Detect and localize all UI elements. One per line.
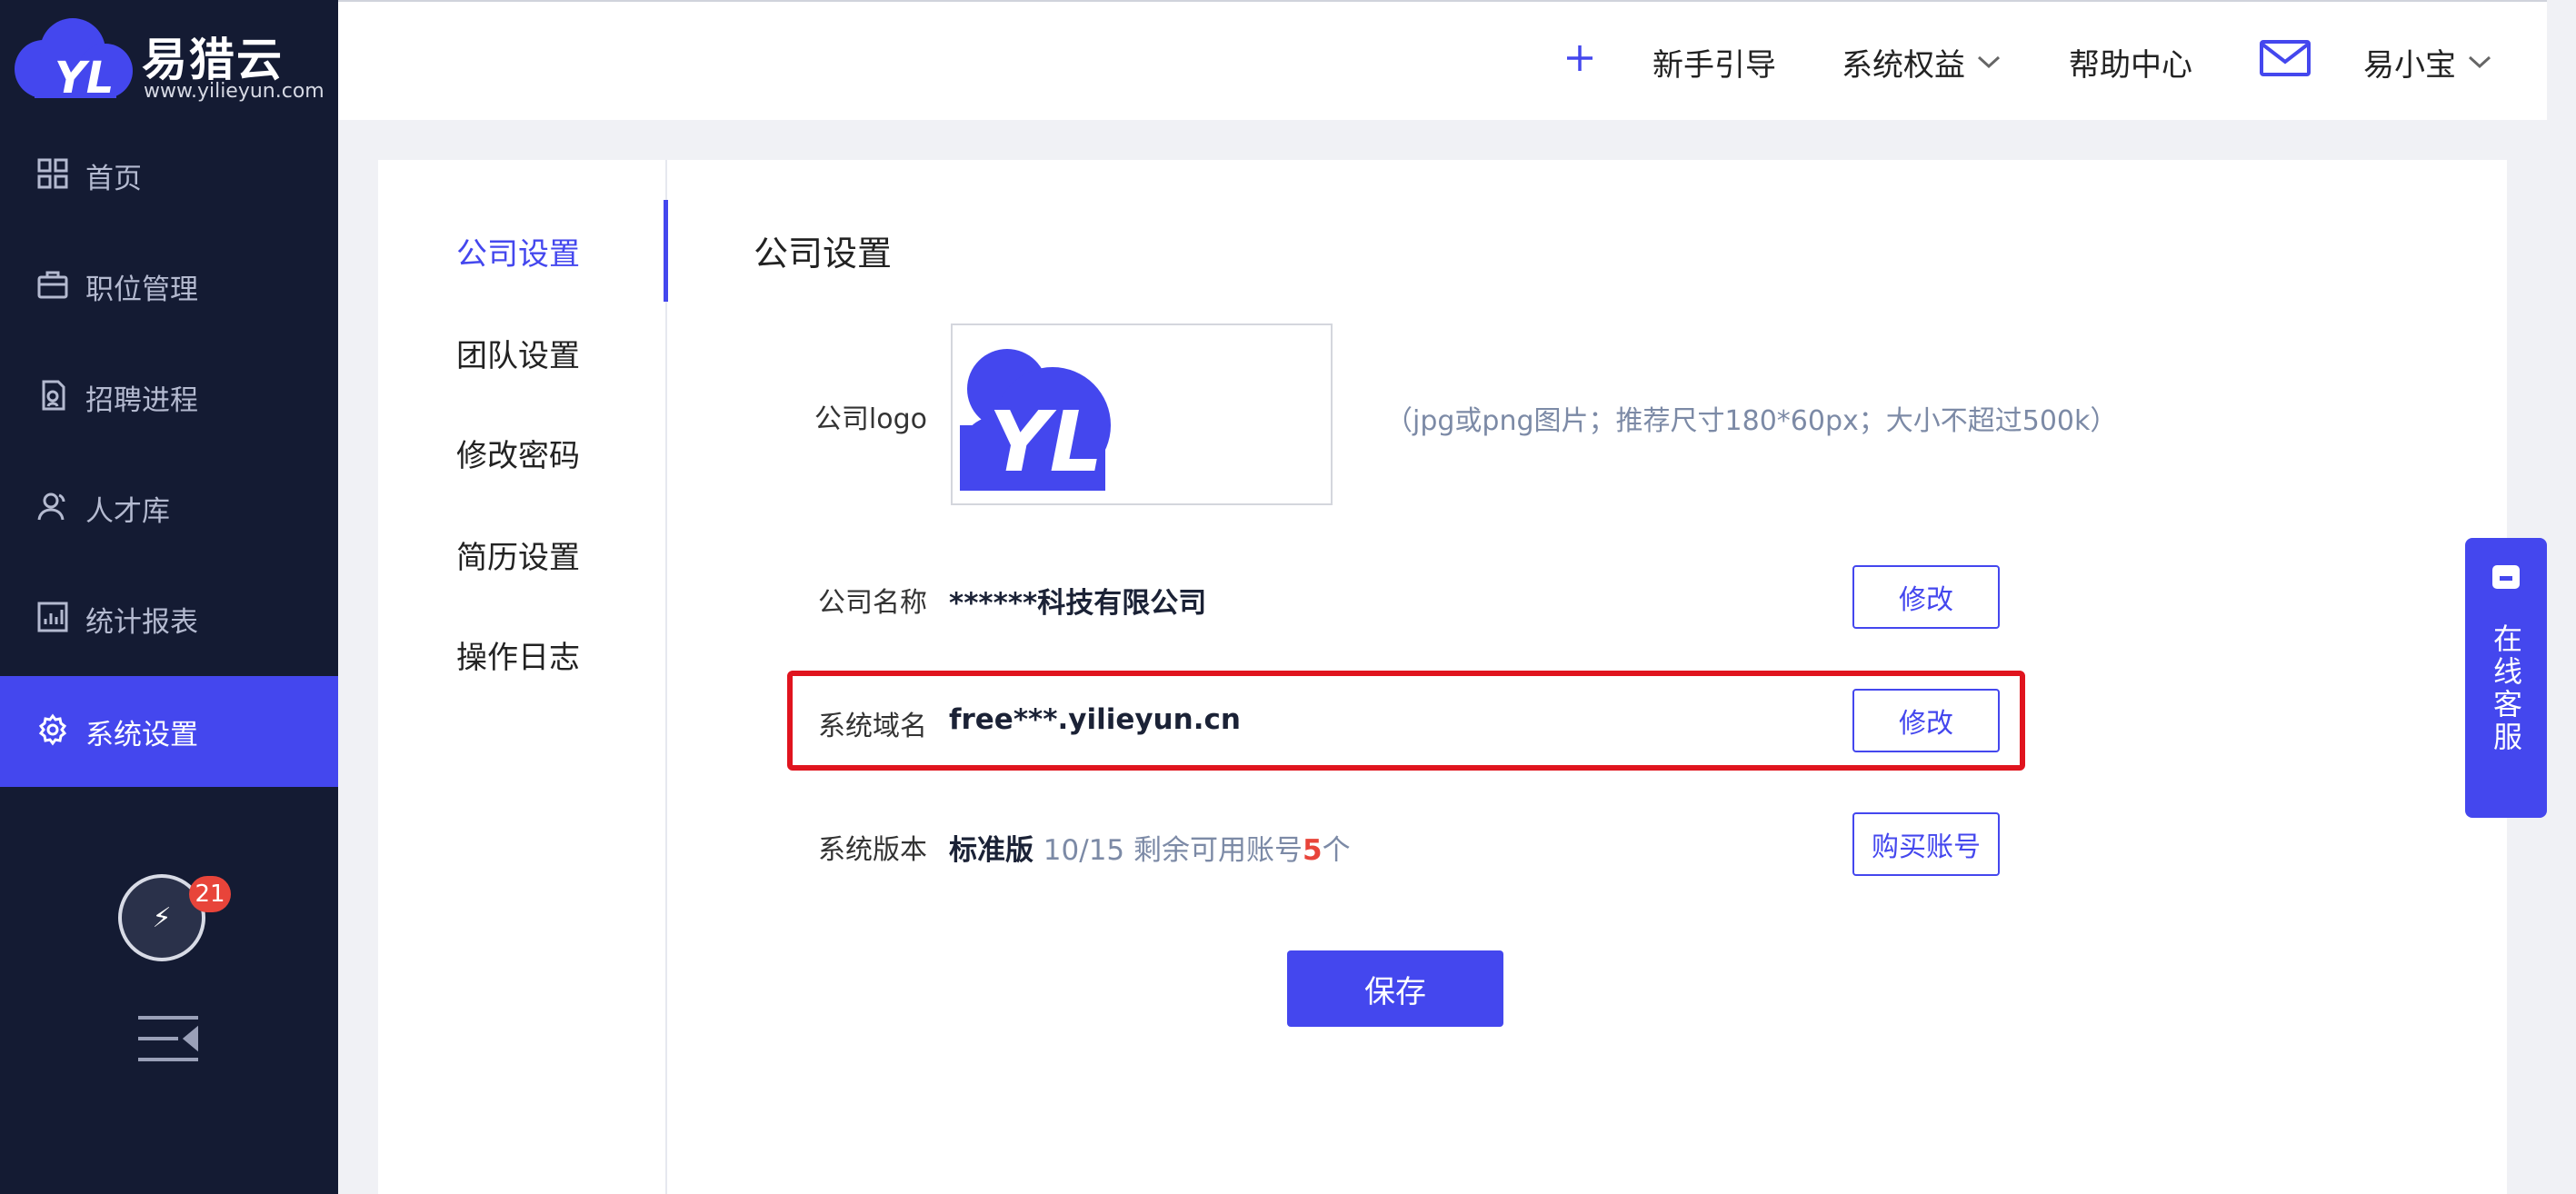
process-icon <box>36 379 73 415</box>
subnav-item-log[interactable]: 操作日志 <box>456 632 580 677</box>
mail-button[interactable] <box>2260 35 2311 89</box>
guide-link[interactable]: 新手引导 <box>1652 35 1776 89</box>
briefcase-icon <box>36 268 73 304</box>
subnav-item-password[interactable]: 修改密码 <box>456 431 580 475</box>
subnav-item-team[interactable]: 团队设置 <box>456 331 580 375</box>
domain-value: free***.yilieyun.cn <box>949 703 1241 736</box>
quick-action-button[interactable]: ⚡ 21 <box>118 874 231 961</box>
users-icon <box>36 490 73 526</box>
company-logo-image: YL <box>960 349 1111 491</box>
sidebar-item-label: 统计报表 <box>85 605 198 639</box>
settings-subnav: 公司设置 团队设置 修改密码 简历设置 操作日志 <box>378 160 668 1194</box>
remaining-count: 5 <box>1303 834 1323 867</box>
svg-text:YL: YL <box>989 393 1103 491</box>
accounts-usage: 10/15 剩余可用账号 <box>1043 834 1303 867</box>
grid-icon <box>36 157 73 194</box>
version-label: 系统版本 <box>818 834 927 866</box>
domain-label: 系统域名 <box>818 711 927 742</box>
page-title: 公司设置 <box>754 234 893 274</box>
sidebar-item-settings[interactable]: 系统设置 <box>0 676 338 787</box>
subnav-item-company[interactable]: 公司设置 <box>456 229 580 274</box>
sidebar-item-label: 人才库 <box>85 494 170 528</box>
cloud-logo-icon: YL <box>15 18 133 104</box>
gear-icon <box>36 713 73 750</box>
sidebar-item-reports[interactable]: 统计报表 <box>0 563 338 674</box>
collapse-menu-icon[interactable] <box>136 1014 200 1063</box>
edit-domain-button[interactable]: 修改 <box>1852 689 2000 752</box>
sidebar-item-label: 招聘进程 <box>85 383 198 417</box>
logo-upload[interactable]: YL <box>951 323 1333 505</box>
svg-text:YL: YL <box>55 53 114 104</box>
company-name-value: ******科技有限公司 <box>949 587 1207 620</box>
version-value: 标准版 10/15 剩余可用账号5个 <box>949 834 1351 867</box>
logo-label: 公司logo <box>814 403 927 435</box>
mail-icon <box>2260 39 2311 85</box>
sidebar-item-jobs[interactable]: 职位管理 <box>0 231 338 342</box>
online-service-button[interactable]: 在线客服 <box>2465 538 2547 818</box>
sidebar: YL 易猎云 www.yilieyun.com 首页 职位管理 招聘进程 人才库… <box>0 0 338 1194</box>
chevron-down-icon <box>1976 54 2002 70</box>
help-center-link[interactable]: 帮助中心 <box>2069 35 2192 89</box>
plus-icon <box>1563 42 1596 83</box>
top-bar: 新手引导 系统权益 帮助中心 易小宝 <box>338 0 2547 120</box>
sidebar-item-label: 职位管理 <box>85 273 198 306</box>
chevron-down-icon <box>2467 54 2492 70</box>
sidebar-item-home[interactable]: 首页 <box>0 120 338 231</box>
sidebar-item-talent[interactable]: 人才库 <box>0 453 338 563</box>
user-menu[interactable]: 易小宝 <box>2363 35 2492 89</box>
app-root: YL 易猎云 www.yilieyun.com 首页 职位管理 招聘进程 人才库… <box>0 0 2576 1194</box>
active-indicator <box>664 200 668 302</box>
sidebar-item-label: 首页 <box>85 162 142 195</box>
company-name-label: 公司名称 <box>818 587 927 619</box>
buy-accounts-button[interactable]: 购买账号 <box>1852 812 2000 876</box>
online-service-label: 在线客服 <box>2489 623 2523 754</box>
edit-company-name-button[interactable]: 修改 <box>1852 565 2000 629</box>
sidebar-item-label: 系统设置 <box>85 718 198 751</box>
brand-url: www.yilieyun.com <box>144 80 324 103</box>
brand-logo[interactable]: YL 易猎云 www.yilieyun.com <box>7 5 324 105</box>
logo-hint: （jpg或png图片；推荐尺寸180*60px；大小不超过500k） <box>1385 405 2118 437</box>
notification-badge: 21 <box>189 876 231 912</box>
save-button[interactable]: 保存 <box>1287 950 1503 1027</box>
subnav-item-resume[interactable]: 简历设置 <box>456 532 580 577</box>
sidebar-item-process[interactable]: 招聘进程 <box>0 342 338 453</box>
settings-card: 公司设置 团队设置 修改密码 简历设置 操作日志 公司设置 公司logo YL … <box>378 160 2507 1194</box>
chart-icon <box>36 601 73 637</box>
benefits-dropdown[interactable]: 系统权益 <box>1842 35 2002 89</box>
add-button[interactable] <box>1563 35 1596 89</box>
chat-icon <box>2491 563 2521 594</box>
